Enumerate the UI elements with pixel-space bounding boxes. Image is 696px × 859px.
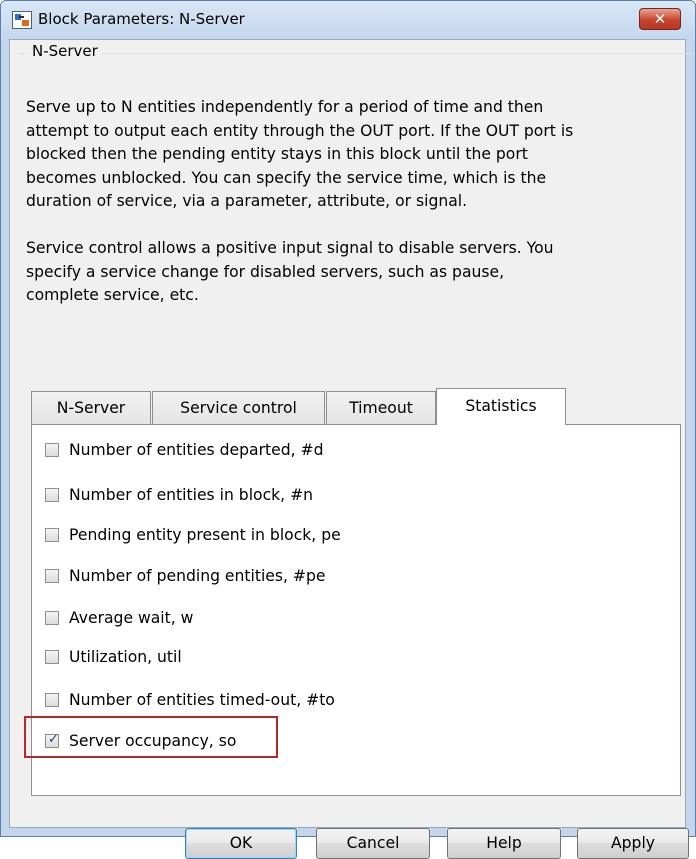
checkbox-label: Number of entities in block, #n <box>69 486 314 504</box>
checkbox-label: Number of entities departed, #d <box>69 441 324 459</box>
description-paragraph-1: Serve up to N entities independently for… <box>26 98 574 210</box>
dialog-body: N-Server Serve up to N entities independ… <box>9 39 695 859</box>
checkbox-timed-out[interactable]: ✓ <box>45 693 59 707</box>
ok-button[interactable]: OK <box>185 828 297 859</box>
checkbox-pending-present[interactable]: ✓ <box>45 528 59 542</box>
checkbox-label: Utilization, util <box>69 648 182 666</box>
simulink-block-icon <box>12 11 32 29</box>
help-button[interactable]: Help <box>447 828 561 859</box>
checkbox-in-block[interactable]: ✓ <box>45 488 59 502</box>
checkbox-label: Average wait, w <box>69 609 194 627</box>
tab-timeout[interactable]: Timeout <box>326 391 436 425</box>
apply-button[interactable]: Apply <box>577 828 689 859</box>
checkbox-average-wait[interactable]: ✓ <box>45 611 59 625</box>
group-label: N-Server <box>28 42 102 60</box>
checkbox-label: Number of entities timed-out, #to <box>69 691 335 709</box>
tab-n-server[interactable]: N-Server <box>31 391 151 425</box>
checkbox-label: Pending entity present in block, pe <box>69 526 341 544</box>
block-description: Serve up to N entities independently for… <box>26 96 686 308</box>
close-icon: ✕ <box>653 10 667 28</box>
close-button[interactable]: ✕ <box>639 8 681 30</box>
description-paragraph-2: Service control allows a positive input … <box>26 239 554 304</box>
highlight-box <box>24 716 278 758</box>
cancel-button[interactable]: Cancel <box>316 828 430 859</box>
title-bar[interactable]: Block Parameters: N-Server ✕ <box>1 1 695 39</box>
checkbox-utilization[interactable]: ✓ <box>45 650 59 664</box>
dialog-window: Block Parameters: N-Server ✕ N-Server Se… <box>0 0 696 859</box>
checkbox-departed[interactable]: ✓ <box>45 443 59 457</box>
checkbox-pending-count[interactable]: ✓ <box>45 569 59 583</box>
tab-service-control[interactable]: Service control <box>152 391 325 425</box>
tab-statistics[interactable]: Statistics <box>436 388 566 425</box>
checkbox-label: Number of pending entities, #pe <box>69 567 326 585</box>
window-title: Block Parameters: N-Server <box>38 10 245 28</box>
